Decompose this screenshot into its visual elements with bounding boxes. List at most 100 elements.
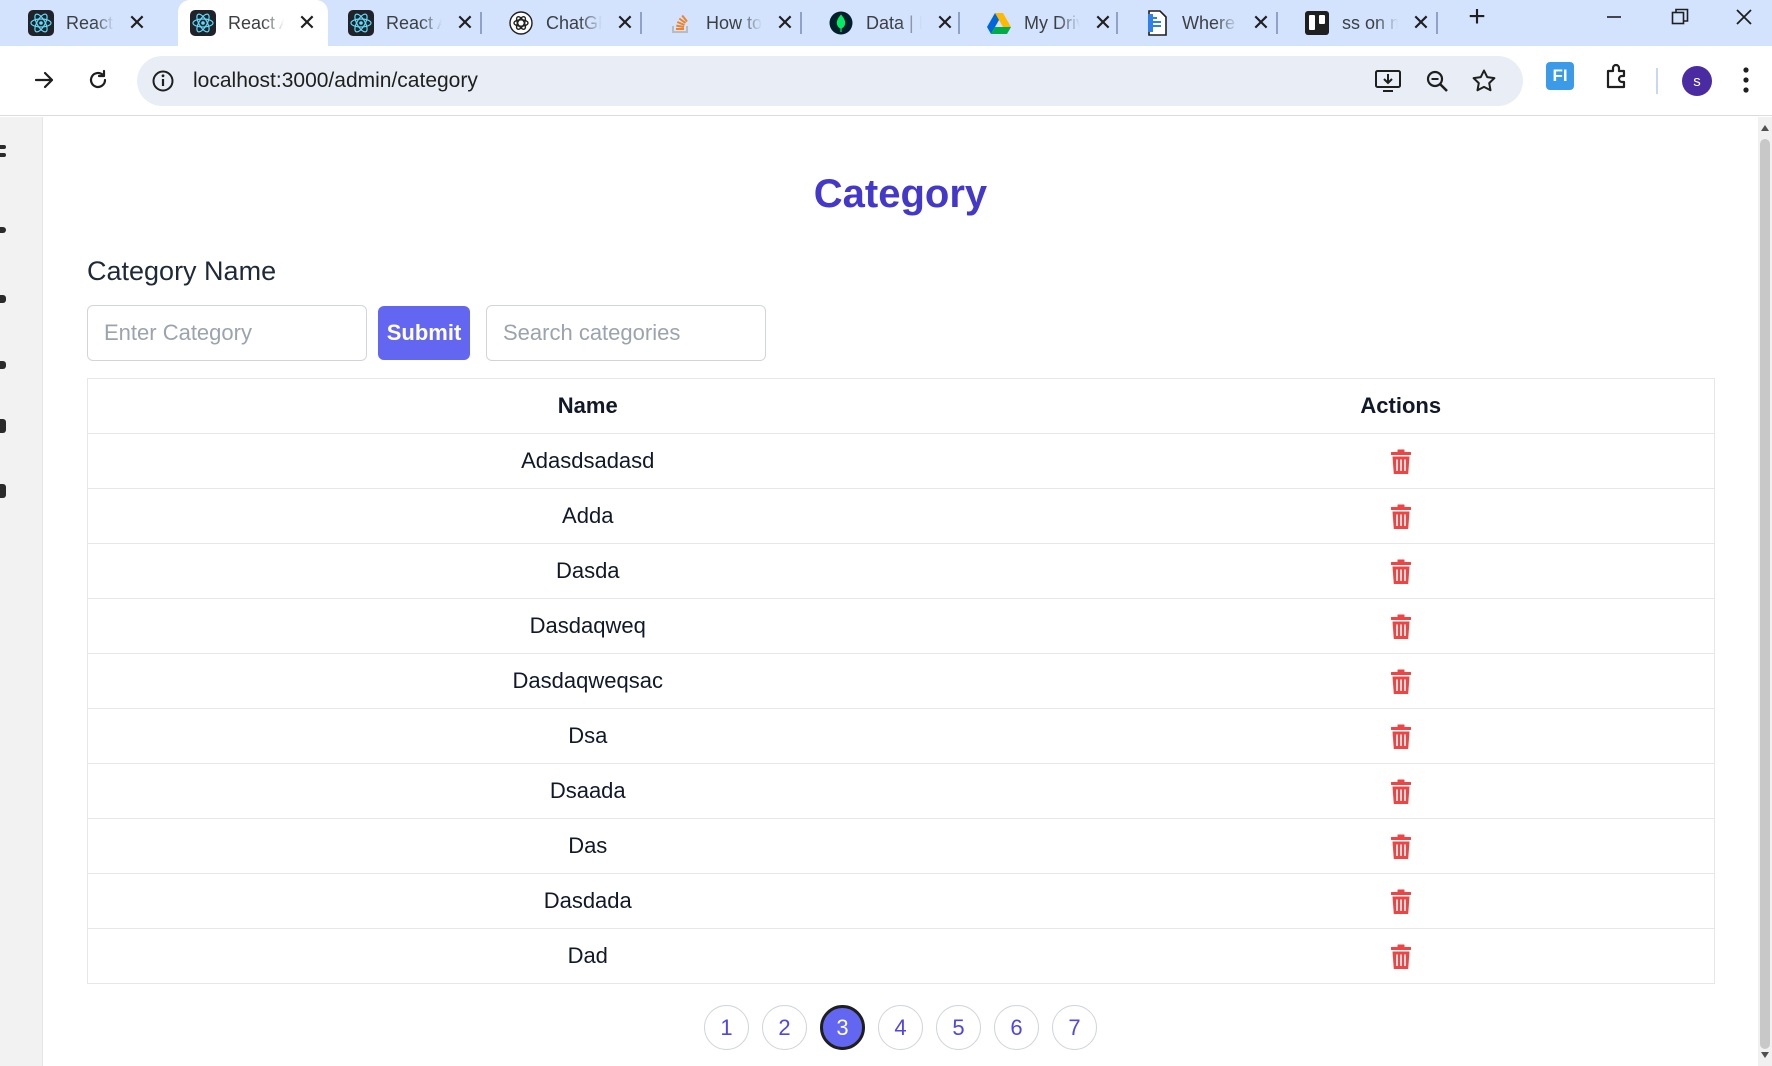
close-tab-icon[interactable]: ✕ (614, 10, 636, 35)
scroll-up-arrow[interactable] (1761, 125, 1769, 131)
extensions-puzzle-icon[interactable] (1604, 62, 1632, 95)
category-name-label: Category Name (87, 256, 277, 286)
scroll-down-arrow[interactable] (1761, 1052, 1769, 1058)
tab-separator (958, 12, 960, 34)
sidebar-glyph (0, 419, 6, 433)
category-input[interactable] (87, 305, 367, 361)
page-button-1[interactable]: 1 (704, 1005, 749, 1050)
sidebar-glyph (0, 484, 6, 498)
actions-cell (1087, 763, 1715, 819)
actions-cell (1087, 928, 1715, 984)
reload-button[interactable] (78, 60, 118, 100)
scrollbar-thumb[interactable] (1760, 139, 1770, 1049)
address-bar[interactable]: localhost:3000/admin/category (137, 56, 1523, 106)
search-input[interactable] (486, 305, 766, 361)
tab-7[interactable]: My Drive ✕ (974, 0, 1124, 46)
page-button-3[interactable]: 3 (820, 1005, 865, 1050)
tab-separator (480, 12, 482, 34)
actions-cell (1087, 708, 1715, 764)
page-button-2[interactable]: 2 (762, 1005, 807, 1050)
toolbar-divider (1656, 68, 1658, 94)
trello-icon (1304, 10, 1330, 36)
page-scrollbar[interactable] (1758, 117, 1772, 1066)
category-name-cell: Dsaada (87, 763, 1088, 819)
category-name-cell: Dasdaqweqsac (87, 653, 1088, 709)
delete-trash-icon[interactable] (1390, 722, 1412, 749)
table-header-row: Name Actions (87, 378, 1715, 434)
tab-4[interactable]: ChatGPT ✕ (496, 0, 646, 46)
close-tab-icon[interactable]: ✕ (296, 10, 318, 35)
actions-cell (1087, 873, 1715, 929)
category-name-cell: Dasdada (87, 873, 1088, 929)
tab-8[interactable]: Where ✕ (1132, 0, 1282, 46)
react-icon (28, 10, 54, 36)
page-button-5[interactable]: 5 (936, 1005, 981, 1050)
category-table: Name Actions Adasdsadasd Adda Dasda Dasdaqw… (87, 378, 1715, 984)
sidebar-glyph (0, 153, 6, 157)
tab-separator (1276, 12, 1278, 34)
bookmark-star-icon[interactable] (1469, 67, 1499, 95)
close-tab-icon[interactable]: ✕ (454, 10, 476, 35)
page-button-6[interactable]: 6 (994, 1005, 1039, 1050)
table-row: Das (87, 818, 1715, 874)
menu-kebab-icon[interactable] (1742, 64, 1750, 101)
delete-trash-icon[interactable] (1390, 777, 1412, 804)
tab-title: Data | M (866, 12, 922, 33)
tab-title: React A (228, 12, 284, 33)
url-text[interactable]: localhost:3000/admin/category (193, 69, 478, 93)
tab-title: ChatGPT (546, 12, 602, 33)
close-tab-icon[interactable]: ✕ (774, 10, 796, 35)
tab-5[interactable]: How to ✕ (656, 0, 806, 46)
delete-trash-icon[interactable] (1390, 887, 1412, 914)
submit-button[interactable]: Submit (378, 306, 470, 360)
delete-trash-icon[interactable] (1390, 502, 1412, 529)
table-row: Dasdaqweq (87, 598, 1715, 654)
actions-cell (1087, 818, 1715, 874)
table-row: Dad (87, 928, 1715, 984)
install-app-icon[interactable] (1373, 67, 1403, 95)
restore-icon[interactable] (1654, 0, 1706, 34)
browser-toolbar: localhost:3000/admin/category FI s (0, 46, 1772, 116)
delete-trash-icon[interactable] (1390, 447, 1412, 474)
category-name-cell: Dsa (87, 708, 1088, 764)
delete-trash-icon[interactable] (1390, 667, 1412, 694)
delete-trash-icon[interactable] (1390, 612, 1412, 639)
close-tab-icon[interactable]: ✕ (1410, 10, 1432, 35)
minimize-icon[interactable] (1588, 0, 1640, 34)
page-button-7[interactable]: 7 (1052, 1005, 1097, 1050)
tab-3[interactable]: React A ✕ (336, 0, 486, 46)
sidebar-glyph (0, 361, 6, 369)
site-info-icon[interactable] (151, 69, 175, 93)
zoom-icon[interactable] (1422, 67, 1452, 95)
actions-cell (1087, 653, 1715, 709)
forward-button[interactable] (24, 60, 64, 100)
page-button-4[interactable]: 4 (878, 1005, 923, 1050)
tab-1[interactable]: React A ✕ (0, 0, 158, 46)
chatgpt-icon (508, 10, 534, 36)
extension-icon[interactable]: FI (1546, 62, 1574, 90)
window-close-icon[interactable] (1718, 0, 1770, 34)
table-row: Dasdada (87, 873, 1715, 929)
column-header-name: Name (87, 378, 1088, 434)
close-tab-icon[interactable]: ✕ (1250, 10, 1272, 35)
category-name-cell: Dad (87, 928, 1088, 984)
delete-trash-icon[interactable] (1390, 942, 1412, 969)
table-row: Adda (87, 488, 1715, 544)
profile-avatar[interactable]: s (1682, 66, 1712, 96)
delete-trash-icon[interactable] (1390, 557, 1412, 584)
tab-6[interactable]: Data | M ✕ (816, 0, 966, 46)
delete-trash-icon[interactable] (1390, 832, 1412, 859)
column-header-actions: Actions (1087, 378, 1715, 434)
stackoverflow-icon (668, 10, 694, 36)
close-tab-icon[interactable]: ✕ (126, 10, 148, 35)
actions-cell (1087, 543, 1715, 599)
new-tab-button[interactable]: + (1462, 0, 1492, 34)
tab-strip: React A✕React A✕React A✕ChatGPT✕How to✕D… (0, 0, 1772, 46)
close-tab-icon[interactable]: ✕ (934, 10, 956, 35)
category-name-cell: Das (87, 818, 1088, 874)
tab-9[interactable]: ss on m ✕ (1292, 0, 1442, 46)
tab-2[interactable]: React A ✕ (178, 0, 328, 46)
tab-separator (1116, 12, 1118, 34)
close-tab-icon[interactable]: ✕ (1092, 10, 1114, 35)
tab-title: React A (66, 12, 114, 33)
